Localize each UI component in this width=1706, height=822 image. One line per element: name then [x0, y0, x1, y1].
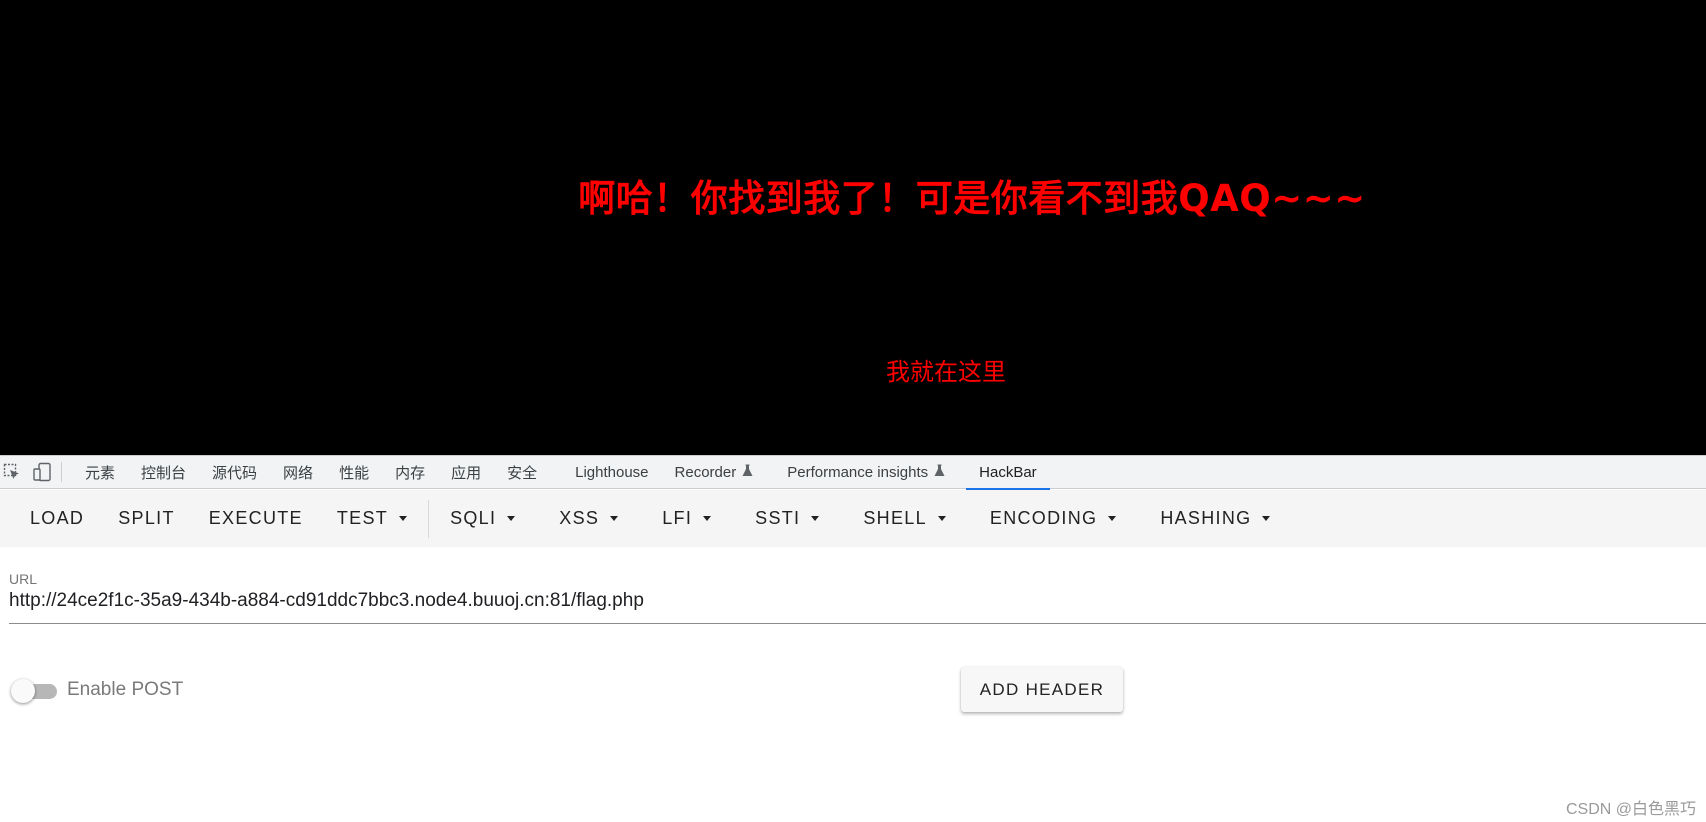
tab-cn-1[interactable]: 控制台 [128, 456, 199, 489]
csdn-watermark: CSDN @白色黑巧 [1565, 801, 1696, 818]
caret-down-icon [399, 516, 408, 521]
load-button[interactable]: LOAD [13, 499, 101, 539]
tab-cn-3[interactable]: 网络 [270, 456, 326, 489]
button-label: SQLI [450, 508, 497, 528]
hidden-link[interactable]: 我就在这里 [886, 352, 1006, 387]
ssti-button[interactable]: SSTI [738, 499, 836, 539]
tab-label: 应用 [451, 464, 482, 482]
tab-label: 性能 [339, 464, 370, 482]
tab-label: 内存 [395, 464, 426, 482]
tab-hackbar[interactable]: HackBar [966, 456, 1050, 490]
tab-cn-5[interactable]: 内存 [382, 456, 438, 489]
tab-recorder[interactable]: Recorder [662, 456, 767, 489]
tab-lighthouse[interactable]: Lighthouse [562, 456, 661, 489]
caret-down-icon [1262, 516, 1271, 521]
button-label: TEST [336, 508, 389, 528]
add-header-button[interactable]: ADD HEADER [961, 667, 1123, 712]
tab-cn-7[interactable]: 安全 [494, 456, 550, 489]
devtools-separator [61, 462, 62, 482]
tab-label: 安全 [507, 464, 538, 482]
sqli-button[interactable]: SQLI [433, 499, 532, 539]
tab-performance-insights[interactable]: Performance insights [774, 456, 958, 489]
caret-down-icon [703, 516, 712, 521]
tab-label: 网络 [283, 464, 314, 482]
hashing-button[interactable]: HASHING [1143, 499, 1287, 539]
caret-down-icon [1108, 516, 1117, 521]
flask-icon [934, 464, 945, 480]
device-toolbar-icon[interactable] [31, 461, 53, 483]
caret-down-icon [507, 516, 516, 521]
button-label: LFI [662, 508, 693, 528]
tab-cn-4[interactable]: 性能 [326, 456, 382, 489]
button-label: ENCODING [989, 508, 1098, 528]
lfi-button[interactable]: LFI [645, 499, 728, 539]
tab-cn-2[interactable]: 源代码 [199, 456, 270, 489]
tab-label: Performance insights [787, 463, 929, 481]
test-button[interactable]: TEST [320, 499, 424, 539]
enable-post-toggle[interactable] [11, 679, 58, 703]
url-input[interactable] [9, 588, 1699, 614]
toggle-thumb[interactable] [11, 679, 35, 703]
tab-label: Lighthouse [575, 463, 649, 481]
button-label: SHELL [863, 508, 927, 528]
split-button[interactable]: SPLIT [101, 499, 192, 539]
tab-label: HackBar [979, 463, 1037, 481]
caret-down-icon [937, 516, 946, 521]
button-label: EXECUTE [208, 508, 303, 528]
xss-button[interactable]: XSS [542, 499, 635, 539]
tab-label: 源代码 [212, 464, 258, 482]
url-field: URL [9, 568, 1706, 624]
page-headline: 啊哈！你找到我了！可是你看不到我QAQ~~~ [578, 177, 1366, 220]
button-label: XSS [559, 508, 600, 528]
tab-label: 控制台 [141, 464, 187, 482]
button-label: SPLIT [118, 508, 175, 528]
caret-down-icon [811, 516, 820, 521]
button-label: SSTI [755, 508, 801, 528]
url-label: URL [9, 571, 38, 587]
button-label: LOAD [30, 508, 85, 528]
enable-post-label: Enable POST [67, 679, 184, 700]
page-viewport: 啊哈！你找到我了！可是你看不到我QAQ~~~ 我就在这里 [0, 0, 1706, 455]
shell-button[interactable]: SHELL [846, 499, 963, 539]
devtools-tabs: 元素 控制台 源代码 网络 性能 内存 应用 安全 Lighthouse Recorder Perf… [72, 456, 1050, 490]
tab-cn-6[interactable]: 应用 [438, 456, 494, 489]
caret-down-icon [610, 516, 619, 521]
encoding-button[interactable]: ENCODING [973, 499, 1133, 539]
tab-label: 元素 [85, 464, 116, 482]
tab-cn-0[interactable]: 元素 [72, 456, 128, 489]
button-label: HASHING [1160, 508, 1252, 528]
flask-icon [742, 464, 753, 480]
toolbar-separator [428, 499, 430, 538]
inspect-element-icon[interactable] [1, 461, 23, 483]
execute-button[interactable]: EXECUTE [192, 499, 320, 539]
tab-label: Recorder [674, 463, 737, 481]
devtools-tab-strip: 元素 控制台 源代码 网络 性能 内存 应用 安全 Lighthouse Recorder Perf… [0, 455, 1706, 490]
hackbar-toolbar: LOAD SPLIT EXECUTE TEST SQLI XSS LFI SSTI SHELL E… [0, 490, 1706, 547]
